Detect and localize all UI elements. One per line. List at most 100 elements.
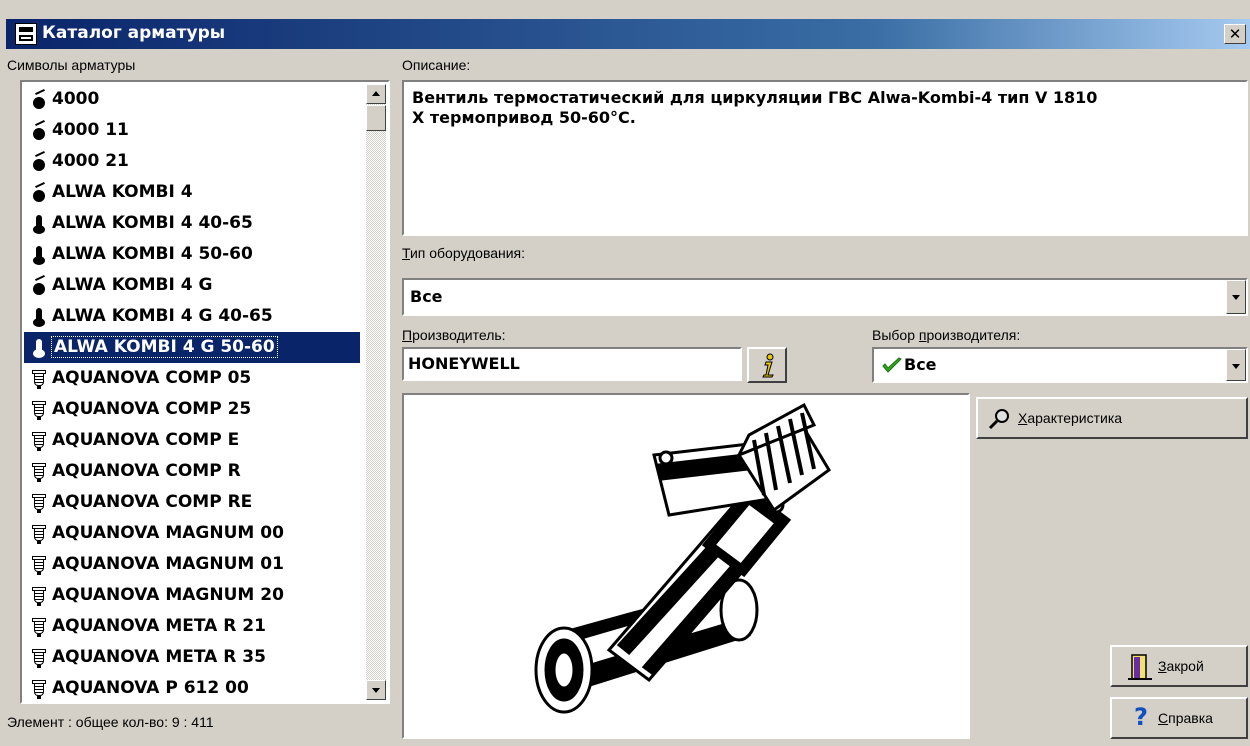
- list-item-label: ALWA KOMBI 4: [52, 182, 193, 202]
- specs-button[interactable]: Характеристика: [976, 397, 1248, 439]
- window-title-bar[interactable]: Каталог арматуры ✕: [6, 19, 1250, 49]
- app-icon: [15, 23, 37, 45]
- list-item-label: 4000 11: [52, 120, 129, 140]
- list-scrollbar[interactable]: [366, 84, 386, 700]
- list-item-label: AQUANOVA COMP 05: [52, 368, 252, 388]
- checkmark-icon: [882, 357, 902, 373]
- list-item-label: AQUANOVA META R 21: [52, 616, 266, 636]
- list-item[interactable]: AQUANOVA META R 21: [24, 611, 360, 642]
- symbols-list[interactable]: 4000 4000 11 4000 21 ALWA KOMBI 4 ALWA KOMBI…: [20, 80, 390, 704]
- specs-button-hotkey: Х: [1018, 410, 1028, 426]
- list-item-label: ALWA KOMBI 4 G 40-65: [52, 306, 273, 326]
- list-item-label: AQUANOVA COMP 25: [52, 399, 252, 419]
- window-title: Каталог арматуры: [42, 23, 226, 43]
- list-item[interactable]: AQUANOVA P 612 00: [24, 673, 360, 702]
- filter-icon: [32, 400, 46, 420]
- list-item[interactable]: ALWA KOMBI 4 40-65: [24, 208, 360, 239]
- description-text[interactable]: Вентиль термостатический для циркуляции …: [402, 80, 1248, 236]
- close-window-button[interactable]: ✕: [1224, 24, 1246, 44]
- list-item-label: ALWA KOMBI 4 G 50-60: [51, 336, 278, 358]
- list-item[interactable]: AQUANOVA COMP R: [24, 456, 360, 487]
- list-item[interactable]: 4000: [24, 84, 360, 115]
- list-item-label: AQUANOVA META R 35: [52, 647, 266, 667]
- filter-icon: [32, 555, 46, 575]
- list-item-label: ALWA KOMBI 4 G: [52, 275, 213, 295]
- filter-icon: [32, 586, 46, 606]
- thermostat-icon: [32, 338, 46, 358]
- list-item-label: AQUANOVA COMP RE: [52, 492, 253, 512]
- list-item[interactable]: 4000 21: [24, 146, 360, 177]
- list-item[interactable]: ALWA KOMBI 4 G 50-60: [24, 332, 360, 363]
- list-item[interactable]: AQUANOVA MAGNUM 20: [24, 580, 360, 611]
- close-button[interactable]: Закрой: [1110, 645, 1248, 687]
- list-item[interactable]: AQUANOVA MAGNUM 01: [24, 549, 360, 580]
- valve-icon: [32, 88, 46, 110]
- filter-icon: [32, 493, 46, 513]
- list-item[interactable]: ALWA KOMBI 4 50-60: [24, 239, 360, 270]
- magnifier-icon: [988, 409, 1009, 430]
- manufacturer-select[interactable]: Все: [872, 347, 1248, 383]
- manufacturer-select-dropdown-arrow[interactable]: [1226, 349, 1246, 381]
- list-item[interactable]: ALWA KOMBI 4: [24, 177, 360, 208]
- list-items-container: 4000 4000 11 4000 21 ALWA KOMBI 4 ALWA KOMBI…: [24, 84, 360, 702]
- filter-icon: [32, 462, 46, 482]
- filter-icon: [32, 679, 46, 699]
- list-item-label: 4000: [52, 89, 100, 109]
- symbols-list-label: Символы арматуры: [7, 57, 136, 73]
- info-icon: [762, 353, 774, 378]
- equipment-type-dropdown-arrow[interactable]: [1226, 280, 1246, 314]
- list-item[interactable]: AQUANOVA COMP E: [24, 425, 360, 456]
- close-button-label: акрой: [1166, 658, 1204, 674]
- status-count: Элемент : общее кол-во: 9 : 411: [7, 714, 214, 730]
- valve-icon: [32, 150, 46, 172]
- list-item[interactable]: AQUANOVA COMP RE: [24, 487, 360, 518]
- thermostat-icon: [32, 307, 46, 327]
- manufacturer-select-value: Все: [904, 355, 937, 374]
- product-image-frame: [402, 393, 970, 739]
- thermostat-icon: [32, 214, 46, 234]
- valve-icon: [32, 181, 46, 203]
- manufacturer-info-button[interactable]: [747, 347, 787, 383]
- list-item-label: AQUANOVA COMP R: [52, 461, 241, 481]
- list-item[interactable]: AQUANOVA MAGNUM 00: [24, 518, 360, 549]
- door-exit-icon: [1128, 654, 1152, 680]
- list-item-label: AQUANOVA P 612 00: [52, 678, 249, 698]
- valve-product-image: [534, 402, 831, 714]
- list-item-label: AQUANOVA MAGNUM 01: [52, 554, 284, 574]
- filter-icon: [32, 431, 46, 451]
- filter-icon: [32, 369, 46, 389]
- equipment-type-value: Все: [410, 287, 443, 306]
- list-item-label: ALWA KOMBI 4 40-65: [52, 213, 253, 233]
- specs-button-label: арактеристика: [1027, 410, 1123, 426]
- manufacturer-label: Производитель:: [402, 327, 506, 343]
- list-item[interactable]: ALWA KOMBI 4 G 40-65: [24, 301, 360, 332]
- scroll-up-button[interactable]: [366, 84, 386, 104]
- equipment-type-select[interactable]: Все: [402, 278, 1248, 316]
- scroll-thumb[interactable]: [366, 105, 386, 131]
- list-item-label: AQUANOVA MAGNUM 00: [52, 523, 284, 543]
- filter-icon: [32, 617, 46, 637]
- valve-icon: [32, 274, 46, 296]
- filter-icon: [32, 524, 46, 544]
- manufacturer-select-label: Выбор производителя:: [872, 327, 1021, 343]
- valve-icon: [32, 119, 46, 141]
- list-item-label: 4000 21: [52, 151, 129, 171]
- list-item[interactable]: AQUANOVA COMP 25: [24, 394, 360, 425]
- list-item-label: ALWA KOMBI 4 50-60: [52, 244, 253, 264]
- equipment-type-label: Тип оборудования:: [402, 245, 526, 261]
- list-item[interactable]: ALWA KOMBI 4 G: [24, 270, 360, 301]
- list-item[interactable]: AQUANOVA META R 35: [24, 642, 360, 673]
- help-icon: ?: [1134, 703, 1148, 731]
- list-item[interactable]: 4000 11: [24, 115, 360, 146]
- help-button-label: правка: [1168, 710, 1213, 726]
- list-item[interactable]: AQUANOVA COMP 05: [24, 363, 360, 394]
- filter-icon: [32, 648, 46, 668]
- manufacturer-field[interactable]: HONEYWELL: [402, 347, 742, 381]
- help-button-hotkey: С: [1158, 710, 1169, 726]
- description-label: Описание:: [402, 57, 471, 73]
- thermostat-icon: [32, 245, 46, 265]
- list-item-label: AQUANOVA MAGNUM 20: [52, 585, 284, 605]
- scroll-down-button[interactable]: [366, 680, 386, 700]
- help-button[interactable]: ? Справка: [1110, 697, 1248, 739]
- list-item-label: AQUANOVA COMP E: [52, 430, 240, 450]
